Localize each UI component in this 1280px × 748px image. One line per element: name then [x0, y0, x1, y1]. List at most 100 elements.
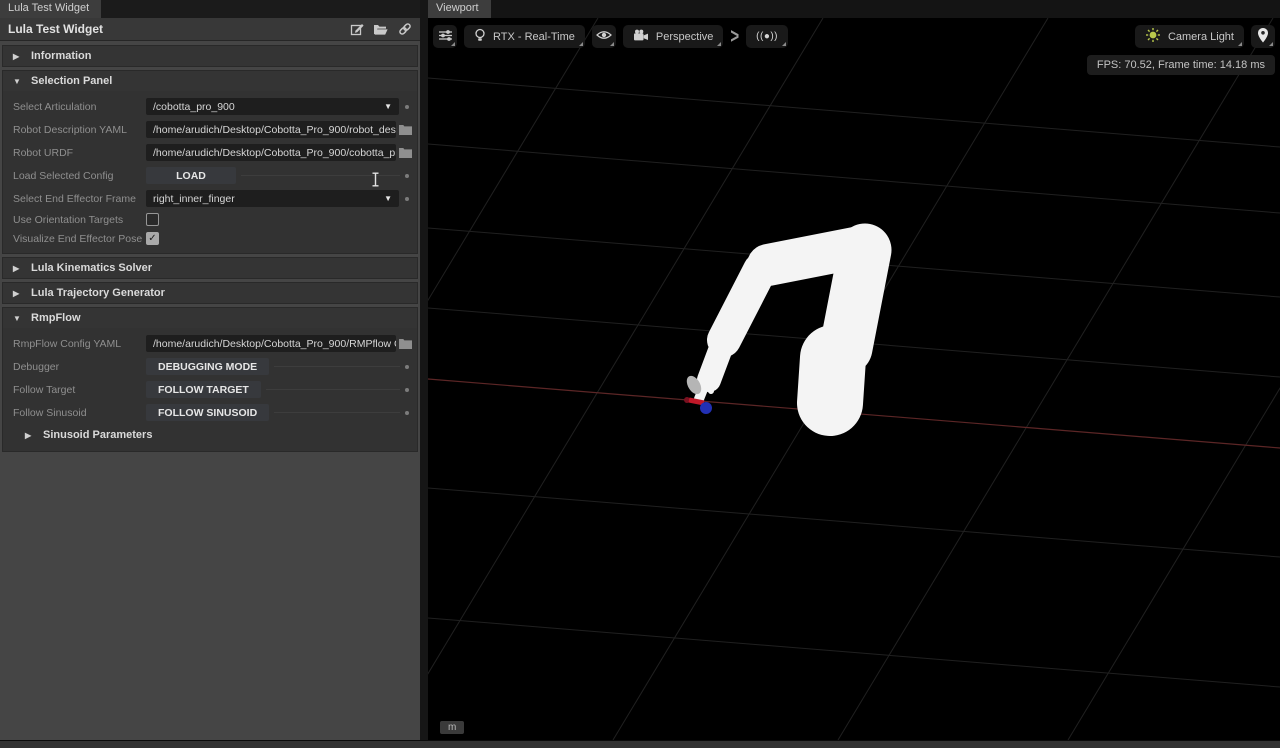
end-effector-pose-marker: [684, 397, 712, 414]
default-indicator-dot[interactable]: [405, 174, 409, 178]
field-label: Follow Target: [13, 384, 146, 396]
camera-light-label: Camera Light: [1168, 31, 1234, 43]
collapse-arrow-icon: ▶: [13, 289, 22, 298]
renderer-select-button[interactable]: RTX - Real-Time: [464, 25, 585, 48]
capture-icon: ((●)): [756, 31, 778, 42]
use-orientation-targets-checkbox[interactable]: [146, 213, 159, 226]
navigation-pin-button[interactable]: [1251, 25, 1275, 48]
row-robot-urdf: Robot URDF /home/arudich/Desktop/Cobotta…: [3, 141, 417, 164]
row-separator: [266, 389, 400, 390]
collapse-arrow-icon: ▶: [13, 52, 22, 61]
load-button[interactable]: LOAD: [146, 167, 236, 184]
default-indicator-dot[interactable]: [405, 388, 409, 392]
lula-test-widget-panel: Lula Test Widget Lula Test Widget ▶: [0, 0, 420, 740]
scene-svg: [428, 18, 1280, 740]
row-rmpflow-config-yaml: RmpFlow Config YAML /home/arudich/Deskto…: [3, 332, 417, 355]
row-separator: [274, 412, 400, 413]
rmpflow-config-yaml-input[interactable]: /home/arudich/Desktop/Cobotta_Pro_900/RM…: [146, 335, 396, 352]
default-indicator-dot[interactable]: [405, 411, 409, 415]
section-header-information[interactable]: ▶ Information: [3, 46, 417, 66]
path-value: /home/arudich/Desktop/Cobotta_Pro_900/ro…: [153, 124, 396, 136]
section-label: Selection Panel: [31, 75, 112, 87]
row-robot-description-yaml: Robot Description YAML /home/arudich/Des…: [3, 118, 417, 141]
viewport-3d-canvas[interactable]: RTX - Real-Time Perspective > ((●)): [428, 18, 1280, 740]
subsection-label: Sinusoid Parameters: [43, 429, 152, 441]
visibility-button[interactable]: [592, 25, 616, 48]
viewport-tab-bar: Viewport: [428, 0, 1280, 18]
end-effector-frame-dropdown[interactable]: right_inner_finger ▼: [146, 190, 399, 207]
browse-folder-icon[interactable]: [398, 337, 412, 351]
fps-stats-readout: FPS: 70.52, Frame time: 14.18 ms: [1087, 55, 1275, 75]
renderer-label: RTX - Real-Time: [493, 31, 575, 43]
viewport-topright-controls: Camera Light: [1135, 25, 1275, 48]
row-load-selected-config: Load Selected Config LOAD: [3, 164, 417, 187]
row-use-orientation-targets: Use Orientation Targets: [3, 210, 417, 229]
field-label: RmpFlow Config YAML: [13, 338, 146, 350]
panel-body: ▶ Information ▼ Selection Panel Select A…: [0, 41, 420, 740]
collapse-arrow-icon: ▶: [13, 264, 22, 273]
collapse-arrow-icon: ▶: [25, 431, 34, 440]
dropdown-value: right_inner_finger: [153, 193, 235, 205]
debugging-mode-button[interactable]: DEBUGGING MODE: [146, 358, 269, 375]
field-label: Select Articulation: [13, 101, 146, 113]
link-icon[interactable]: [397, 22, 412, 37]
section-lula-kinematics-solver: ▶ Lula Kinematics Solver: [2, 257, 418, 279]
row-select-articulation: Select Articulation /cobotta_pro_900 ▼: [3, 95, 417, 118]
visualize-end-effector-pose-checkbox[interactable]: ✓: [146, 232, 159, 245]
camera-select-button[interactable]: Perspective: [623, 25, 723, 48]
text-cursor-pointer: [371, 172, 380, 192]
section-header-trajectory[interactable]: ▶ Lula Trajectory Generator: [3, 283, 417, 303]
section-label: RmpFlow: [31, 312, 81, 324]
section-lula-trajectory-generator: ▶ Lula Trajectory Generator: [2, 282, 418, 304]
section-label: Information: [31, 50, 92, 62]
browse-folder-icon[interactable]: [398, 123, 412, 137]
application-window: Lula Test Widget Lula Test Widget ▶: [0, 0, 1280, 748]
row-select-end-effector-frame: Select End Effector Frame right_inner_fi…: [3, 187, 417, 210]
default-indicator-dot[interactable]: [405, 365, 409, 369]
sun-light-icon: [1145, 27, 1161, 46]
path-value: /home/arudich/Desktop/Cobotta_Pro_900/co…: [153, 147, 396, 159]
robot-description-yaml-input[interactable]: /home/arudich/Desktop/Cobotta_Pro_900/ro…: [146, 121, 396, 138]
folder-open-icon[interactable]: [373, 22, 388, 37]
left-tab-bar: Lula Test Widget: [0, 0, 420, 18]
viewport-settings-button[interactable]: [433, 25, 457, 48]
section-header-rmpflow[interactable]: ▼ RmpFlow: [3, 308, 417, 328]
pane-divider[interactable]: [420, 0, 428, 740]
tab-lula-test-widget[interactable]: Lula Test Widget: [0, 0, 101, 18]
subsection-sinusoid-parameters[interactable]: ▶ Sinusoid Parameters: [3, 424, 417, 446]
bottom-status-bar: [0, 740, 1280, 748]
waypoint-capture-button[interactable]: ((●)): [746, 25, 788, 48]
camera-label: Perspective: [656, 31, 713, 43]
follow-target-button[interactable]: FOLLOW TARGET: [146, 381, 261, 398]
default-indicator-dot[interactable]: [405, 197, 409, 201]
section-label: Lula Trajectory Generator: [31, 287, 165, 299]
row-follow-target: Follow Target FOLLOW TARGET: [3, 378, 417, 401]
lightbulb-icon: [474, 28, 486, 46]
viewport-panel: Viewport: [428, 0, 1280, 740]
row-follow-sinusoid: Follow Sinusoid FOLLOW SINUSOID: [3, 401, 417, 424]
robot-urdf-input[interactable]: /home/arudich/Desktop/Cobotta_Pro_900/co…: [146, 144, 396, 161]
sliders-icon: [438, 28, 453, 46]
default-indicator-dot[interactable]: [405, 105, 409, 109]
section-header-kinematics[interactable]: ▶ Lula Kinematics Solver: [3, 258, 417, 278]
field-label: Load Selected Config: [13, 170, 146, 182]
section-header-selection-panel[interactable]: ▼ Selection Panel: [3, 71, 417, 91]
articulation-dropdown[interactable]: /cobotta_pro_900 ▼: [146, 98, 399, 115]
field-label: Visualize End Effector Pose: [13, 233, 146, 245]
tab-viewport[interactable]: Viewport: [428, 0, 491, 18]
field-label: Follow Sinusoid: [13, 407, 146, 419]
section-label: Lula Kinematics Solver: [31, 262, 152, 274]
unit-label-badge: m: [440, 721, 464, 734]
expand-arrow-icon: ▼: [13, 77, 22, 86]
section-information: ▶ Information: [2, 45, 418, 67]
eye-icon: [596, 30, 612, 43]
robot-arm: [699, 246, 865, 403]
browse-folder-icon[interactable]: [398, 146, 412, 160]
expand-arrow-icon: ▼: [13, 314, 22, 323]
follow-sinusoid-button[interactable]: FOLLOW SINUSOID: [146, 404, 269, 421]
field-label: Robot Description YAML: [13, 124, 146, 136]
chevron-right-icon: >: [730, 25, 739, 49]
edit-icon[interactable]: [349, 22, 364, 37]
path-value: /home/arudich/Desktop/Cobotta_Pro_900/RM…: [153, 338, 396, 350]
camera-light-button[interactable]: Camera Light: [1135, 25, 1244, 48]
